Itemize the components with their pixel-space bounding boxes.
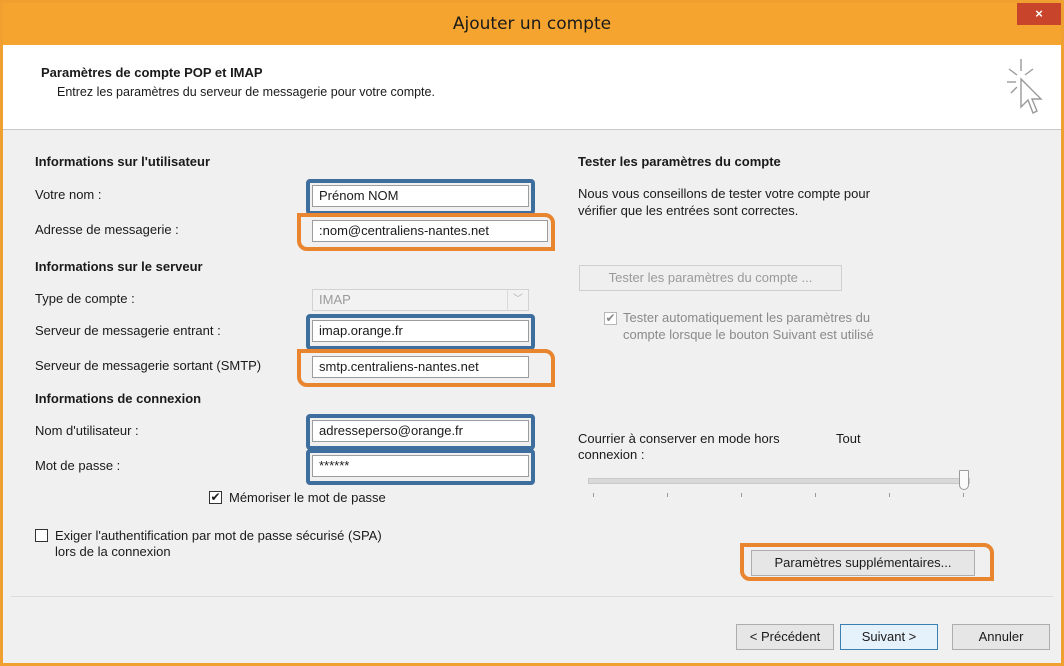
email-label: Adresse de messagerie : xyxy=(35,222,179,237)
title-bar: Ajouter un compte × xyxy=(3,3,1061,45)
slider-tick xyxy=(815,493,816,497)
outgoing-server-label: Serveur de messagerie sortant (SMTP) xyxy=(35,358,262,373)
offline-value: Tout xyxy=(836,431,861,446)
incoming-server-input[interactable]: imap.orange.fr xyxy=(312,320,529,342)
name-label: Votre nom : xyxy=(35,187,102,202)
more-settings-button[interactable]: Paramètres supplémentaires... xyxy=(751,550,975,576)
slider-tick xyxy=(593,493,594,497)
account-type-select[interactable]: IMAP ﹀ xyxy=(312,289,529,311)
user-info-heading: Informations sur l'utilisateur xyxy=(35,154,211,169)
test-settings-heading: Tester les paramètres du compte xyxy=(578,154,781,169)
email-input[interactable]: :nom@centraliens-nantes.net xyxy=(312,220,548,242)
next-button[interactable]: Suivant > xyxy=(840,624,938,650)
auto-test-checkbox[interactable]: ✔ xyxy=(604,312,617,325)
remember-password-checkbox[interactable]: ✔ xyxy=(209,491,222,504)
dialog-window: Ajouter un compte × Paramètres de compte… xyxy=(0,0,1064,666)
chevron-down-icon[interactable]: ﹀ xyxy=(507,290,528,310)
slider-tick xyxy=(963,493,964,497)
header-subtitle: Entrez les paramètres du serveur de mess… xyxy=(57,85,435,99)
username-input[interactable]: adresseperso@orange.fr xyxy=(312,420,529,442)
login-info-heading: Informations de connexion xyxy=(35,391,202,406)
slider-tick xyxy=(741,493,742,497)
test-settings-button[interactable]: Tester les paramètres du compte ... xyxy=(579,265,842,291)
account-type-value: IMAP xyxy=(319,292,351,307)
close-button[interactable]: × xyxy=(1017,3,1061,25)
test-description-line1: Nous vous conseillons de tester votre co… xyxy=(578,186,870,201)
username-label: Nom d'utilisateur : xyxy=(35,423,139,438)
spa-label-line2: lors de la connexion xyxy=(55,544,171,559)
dialog-header: Paramètres de compte POP et IMAP Entrez … xyxy=(3,45,1061,130)
test-description-line2: vérifier que les entrées sont correctes. xyxy=(578,203,799,218)
name-input[interactable]: Prénom NOM xyxy=(312,185,529,207)
outgoing-server-input[interactable]: smtp.centraliens-nantes.net xyxy=(312,356,529,378)
password-label: Mot de passe : xyxy=(35,458,121,473)
previous-button[interactable]: < Précédent xyxy=(736,624,834,650)
auto-test-label-line1: Tester automatiquement les paramètres du xyxy=(623,310,871,325)
offline-label-line2: connexion : xyxy=(578,447,645,462)
incoming-server-label: Serveur de messagerie entrant : xyxy=(35,323,221,338)
spa-label-line1: Exiger l'authentification par mot de pas… xyxy=(55,528,382,543)
header-title: Paramètres de compte POP et IMAP xyxy=(41,65,263,80)
account-type-label: Type de compte : xyxy=(35,291,135,306)
spa-checkbox[interactable] xyxy=(35,529,48,542)
cursor-sparkle-icon xyxy=(1007,59,1043,114)
window-title: Ajouter un compte xyxy=(452,14,612,34)
slider-tick xyxy=(889,493,890,497)
cancel-button[interactable]: Annuler xyxy=(952,624,1050,650)
remember-password-label: Mémoriser le mot de passe xyxy=(229,490,386,505)
offline-slider-thumb[interactable] xyxy=(959,470,969,490)
auto-test-label-line2: compte lorsque le bouton Suivant est uti… xyxy=(623,327,874,342)
password-input[interactable]: ****** xyxy=(312,455,529,477)
offline-slider-track[interactable] xyxy=(588,478,970,484)
footer-divider xyxy=(11,596,1053,597)
server-info-heading: Informations sur le serveur xyxy=(35,259,203,274)
offline-label-line1: Courrier à conserver en mode hors xyxy=(578,431,780,446)
slider-tick xyxy=(667,493,668,497)
